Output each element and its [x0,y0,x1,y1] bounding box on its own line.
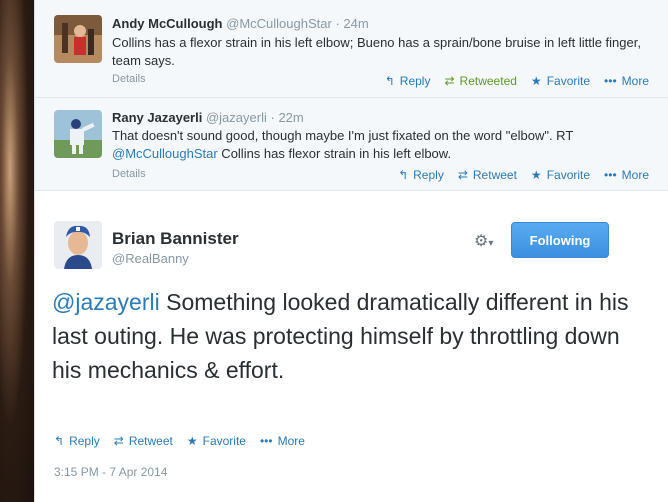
tweet-text: That doesn't sound good, though maybe I'… [112,128,574,161]
avatar[interactable] [54,15,102,63]
retweet-button[interactable]: ⇄ Retweet [114,434,173,448]
details-link[interactable]: Details [112,168,146,180]
avatar[interactable] [54,110,102,158]
tweet-time[interactable]: 22m [278,110,303,125]
mention-link[interactable]: @McCulloughStar [112,146,218,161]
author-name[interactable]: Andy McCullough [112,16,223,31]
gear-icon: ⚙ [474,233,489,250]
more-button[interactable]: ••• More [604,74,649,88]
page-background [0,0,34,502]
chevron-down-icon: ▾ [488,238,494,249]
more-button[interactable]: ••• More [604,168,649,182]
more-dots-icon: ••• [259,434,273,448]
more-dots-icon: ••• [604,168,617,182]
star-icon: ★ [186,434,198,448]
tweet-actions: ↰ Reply ⇄ Retweeted ★ Favorite ••• More [385,74,649,88]
tweet-actions: ↰ Reply ⇄ Retweet ★ Favorite ••• More [398,168,649,182]
tweet-time[interactable]: 24m [343,16,368,31]
favorite-button[interactable]: ★ Favorite [531,168,590,182]
favorite-button[interactable]: ★ Favorite [187,434,246,448]
tweet-text: Collins has a flexor strain in his left … [112,35,641,68]
main-author-name[interactable]: Brian Bannister [112,229,239,249]
reply-button[interactable]: ↰ Reply [54,434,100,448]
following-button[interactable]: Following [511,222,609,258]
retweet-button[interactable]: ⇄ Retweeted [444,74,516,88]
star-icon: ★ [530,74,542,88]
more-dots-icon: ••• [604,74,617,88]
tweet-header: Rany Jazayerli @jazayerli · 22m [112,110,304,125]
retweet-icon: ⇄ [113,434,124,448]
retweet-button[interactable]: ⇄ Retweet [458,168,517,182]
conversation-tweet-2[interactable]: Rany Jazayerli @jazayerli · 22m That doe… [35,98,668,191]
tweet-header: Andy McCullough @McCulloughStar · 24m [112,16,369,31]
main-tweet-actions: ↰ Reply ⇄ Retweet ★ Favorite ••• More [54,434,305,448]
reply-arrow-icon: ↰ [54,434,65,448]
author-handle[interactable]: @McCulloughStar [226,16,332,31]
reply-arrow-icon: ↰ [398,168,409,182]
details-link[interactable]: Details [112,73,146,85]
main-author-handle[interactable]: @RealBanny [112,251,189,266]
favorite-button[interactable]: ★ Favorite [531,74,590,88]
main-tweet-text: @jazayerli Something looked dramatically… [52,289,629,383]
mention-link[interactable]: @jazayerli [52,289,160,315]
user-actions-menu[interactable]: ⚙▾ [474,231,493,251]
reply-button[interactable]: ↰ Reply [398,168,444,182]
star-icon: ★ [530,168,542,182]
tweet-conversation-card: Andy McCullough @McCulloughStar · 24m Co… [34,0,668,502]
more-button[interactable]: ••• More [260,434,305,448]
reply-arrow-icon: ↰ [384,74,395,88]
retweet-icon: ⇄ [457,168,468,182]
retweet-icon: ⇄ [444,74,455,88]
main-avatar[interactable] [54,221,102,269]
tweet-timestamp[interactable]: 3:15 PM - 7 Apr 2014 [54,465,167,479]
reply-button[interactable]: ↰ Reply [385,74,431,88]
author-name[interactable]: Rany Jazayerli [112,110,202,125]
author-handle[interactable]: @jazayerli [206,110,267,125]
conversation-tweet-1[interactable]: Andy McCullough @McCulloughStar · 24m Co… [35,0,668,98]
